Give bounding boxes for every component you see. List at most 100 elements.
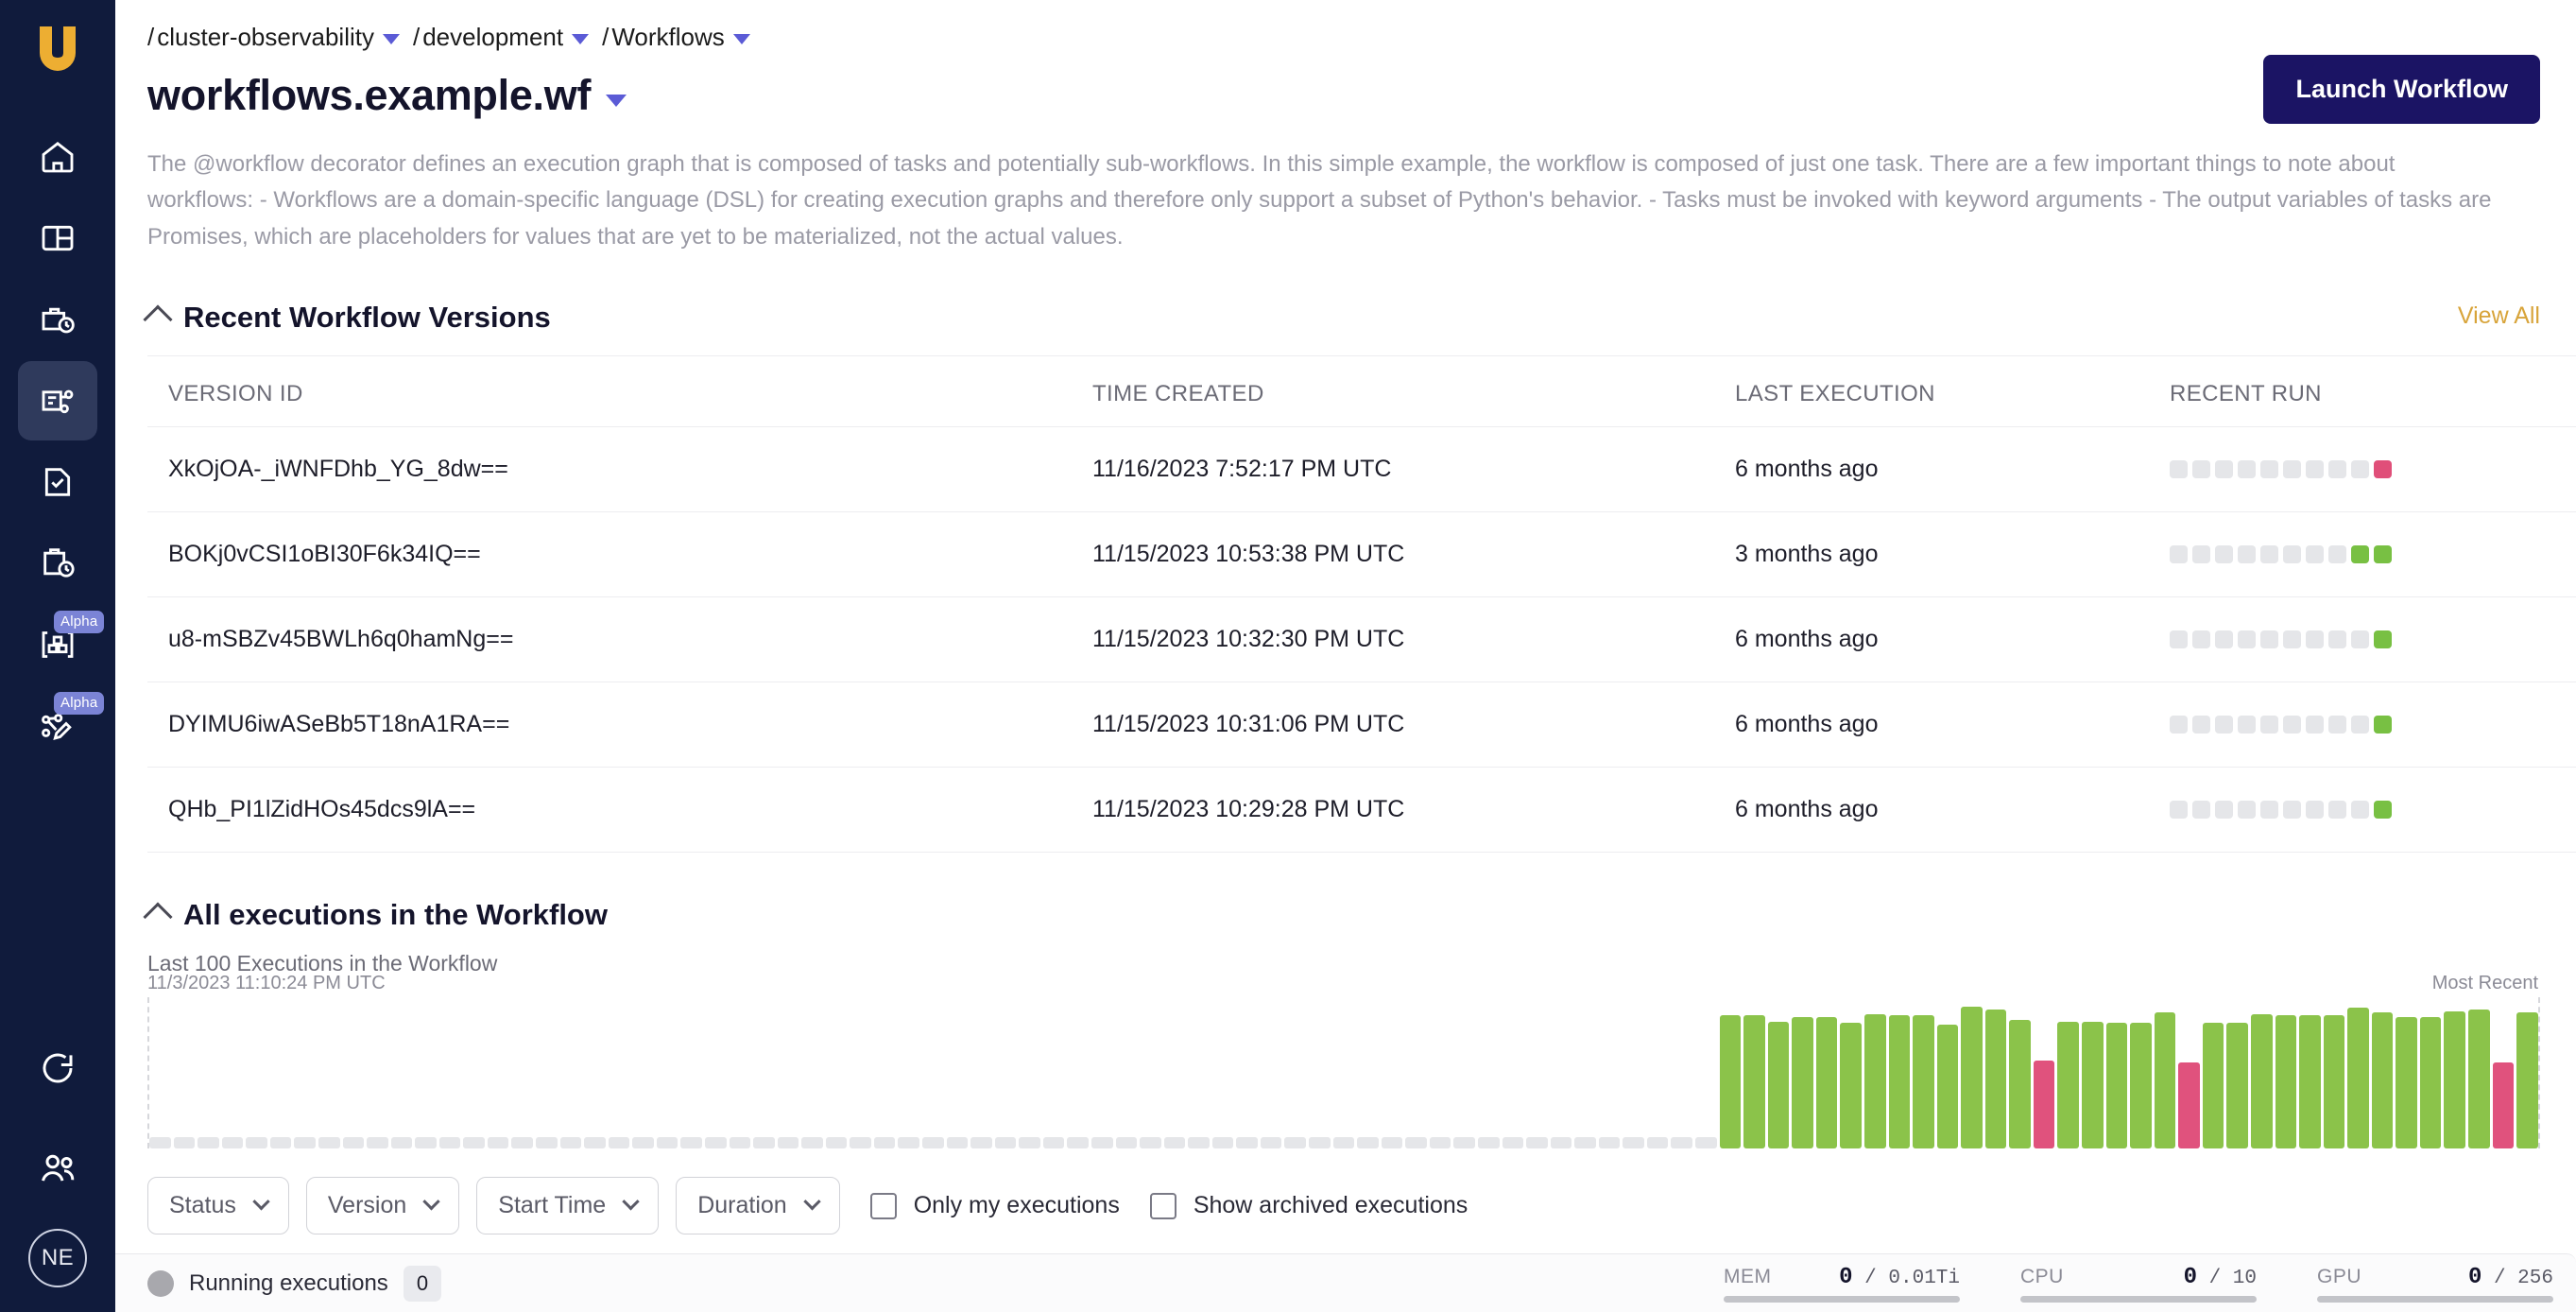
chart-bar[interactable] <box>1188 1137 1210 1149</box>
run-status-square[interactable] <box>2351 460 2369 479</box>
chart-bar[interactable] <box>2371 1012 2394 1149</box>
chart-bar[interactable] <box>2516 1012 2538 1149</box>
chart-bar[interactable] <box>1357 1137 1379 1149</box>
chart-bar[interactable] <box>1477 1137 1500 1149</box>
chart-bar[interactable] <box>1163 1137 1186 1149</box>
chart-bar[interactable] <box>511 1137 533 1149</box>
chart-bar[interactable] <box>2444 1010 2465 1149</box>
chart-bar[interactable] <box>487 1137 509 1149</box>
filter-version[interactable]: Version <box>305 1177 460 1235</box>
chart-bar[interactable] <box>463 1137 485 1149</box>
sidebar-item-refresh[interactable] <box>18 1028 97 1108</box>
chart-bar[interactable] <box>390 1137 413 1149</box>
chart-bar[interactable] <box>873 1137 896 1149</box>
chart-bar[interactable] <box>946 1137 969 1149</box>
chart-bar[interactable] <box>994 1137 1017 1149</box>
checkbox-box[interactable] <box>869 1192 897 1219</box>
chart-bar[interactable] <box>342 1137 365 1149</box>
run-status-square[interactable] <box>2351 716 2369 734</box>
chart-bar[interactable] <box>1309 1137 1331 1149</box>
chart-bar[interactable] <box>753 1137 775 1149</box>
run-status-square[interactable] <box>2351 801 2369 820</box>
chart-bar[interactable] <box>1140 1137 1161 1149</box>
chart-bar[interactable] <box>656 1137 678 1149</box>
chart-bar[interactable] <box>850 1137 871 1149</box>
chart-bar[interactable] <box>825 1137 848 1149</box>
chart-bar[interactable] <box>1936 1024 1959 1149</box>
run-status-square[interactable] <box>2283 630 2301 649</box>
chart-bar[interactable] <box>1236 1137 1258 1149</box>
chart-bar[interactable] <box>1792 1016 1813 1149</box>
chart-bar[interactable] <box>801 1137 823 1149</box>
chart-bar[interactable] <box>173 1137 196 1149</box>
view-all-link[interactable]: View All <box>2458 302 2540 330</box>
chart-bar[interactable] <box>438 1137 461 1149</box>
avatar[interactable]: NE <box>28 1229 87 1287</box>
run-status-square[interactable] <box>2170 630 2188 649</box>
sidebar-item-workflows[interactable] <box>18 361 97 440</box>
run-status-square[interactable] <box>2306 545 2324 564</box>
chart-bar[interactable] <box>1260 1137 1282 1149</box>
sidebar-item-tasks[interactable] <box>18 442 97 522</box>
chart-bar[interactable] <box>970 1137 992 1149</box>
run-status-square[interactable] <box>2283 801 2301 820</box>
union-logo[interactable] <box>28 17 87 76</box>
sidebar-item-task-executions[interactable] <box>18 280 97 359</box>
chart-bar[interactable] <box>197 1137 219 1149</box>
chart-bar[interactable] <box>536 1137 558 1149</box>
chart-bar[interactable] <box>608 1137 630 1149</box>
checkbox-show-archived-executions[interactable]: Show archived executions <box>1149 1192 1468 1219</box>
run-status-square[interactable] <box>2351 545 2369 564</box>
chevron-down-icon[interactable] <box>572 33 590 44</box>
chart-bar[interactable] <box>2492 1062 2515 1149</box>
chart-bar[interactable] <box>2178 1062 2200 1149</box>
chart-bar[interactable] <box>1767 1021 1790 1149</box>
chart-bar[interactable] <box>2275 1015 2297 1149</box>
chart-bar[interactable] <box>2130 1023 2152 1149</box>
run-status-square[interactable] <box>2215 460 2233 479</box>
chart-bar[interactable] <box>2250 1013 2273 1149</box>
chart-bar[interactable] <box>2033 1061 2055 1149</box>
chart-bar[interactable] <box>1719 1015 1742 1149</box>
chart-bar[interactable] <box>1550 1137 1572 1149</box>
run-status-square[interactable] <box>2306 801 2324 820</box>
chart-bar[interactable] <box>2226 1023 2248 1149</box>
chart-bar[interactable] <box>704 1137 727 1149</box>
run-status-square[interactable] <box>2283 716 2301 734</box>
breadcrumb-item-project[interactable]: / cluster-observability <box>147 23 400 52</box>
run-status-square[interactable] <box>2351 630 2369 649</box>
chart-bar[interactable] <box>2468 1009 2490 1149</box>
run-status-square[interactable] <box>2374 801 2392 820</box>
run-status-square[interactable] <box>2238 460 2256 479</box>
table-row[interactable]: QHb_PI1lZidHOs45dcs9lA== 11/15/2023 10:29… <box>147 767 2576 854</box>
chevron-down-icon[interactable] <box>732 33 750 44</box>
chart-bar[interactable] <box>1115 1137 1138 1149</box>
run-status-square[interactable] <box>2170 460 2188 479</box>
title-chevron-down-icon[interactable] <box>606 94 627 107</box>
run-status-square[interactable] <box>2306 716 2324 734</box>
chart-bar[interactable] <box>1913 1015 1934 1149</box>
chart-bar[interactable] <box>1815 1016 1838 1149</box>
run-status-square[interactable] <box>2192 801 2210 820</box>
chevron-up-icon[interactable] <box>143 304 173 335</box>
chart-bar[interactable] <box>1381 1137 1403 1149</box>
chart-bar[interactable] <box>1840 1023 1862 1149</box>
chart-bar[interactable] <box>2396 1016 2417 1149</box>
run-status-square[interactable] <box>2260 630 2278 649</box>
run-status-square[interactable] <box>2260 545 2278 564</box>
breadcrumb-item-domain[interactable]: / development <box>413 23 590 52</box>
run-status-square[interactable] <box>2283 545 2301 564</box>
chart-bar[interactable] <box>1743 1015 1765 1149</box>
run-status-square[interactable] <box>2170 801 2188 820</box>
run-status-square[interactable] <box>2306 630 2324 649</box>
chart-bar[interactable] <box>149 1137 171 1149</box>
chart-bar[interactable] <box>922 1137 944 1149</box>
sidebar-item-dashboard[interactable] <box>18 199 97 278</box>
table-row[interactable]: BOKj0vCSI1oBI30F6k34IQ== 11/15/2023 10:53… <box>147 511 2576 598</box>
chart-bar[interactable] <box>1067 1137 1089 1149</box>
chart-bar[interactable] <box>777 1137 799 1149</box>
sidebar-item-home[interactable] <box>18 117 97 197</box>
chart-bar[interactable] <box>1453 1137 1475 1149</box>
chart-bar[interactable] <box>1042 1137 1065 1149</box>
chart-bar[interactable] <box>1671 1137 1692 1149</box>
